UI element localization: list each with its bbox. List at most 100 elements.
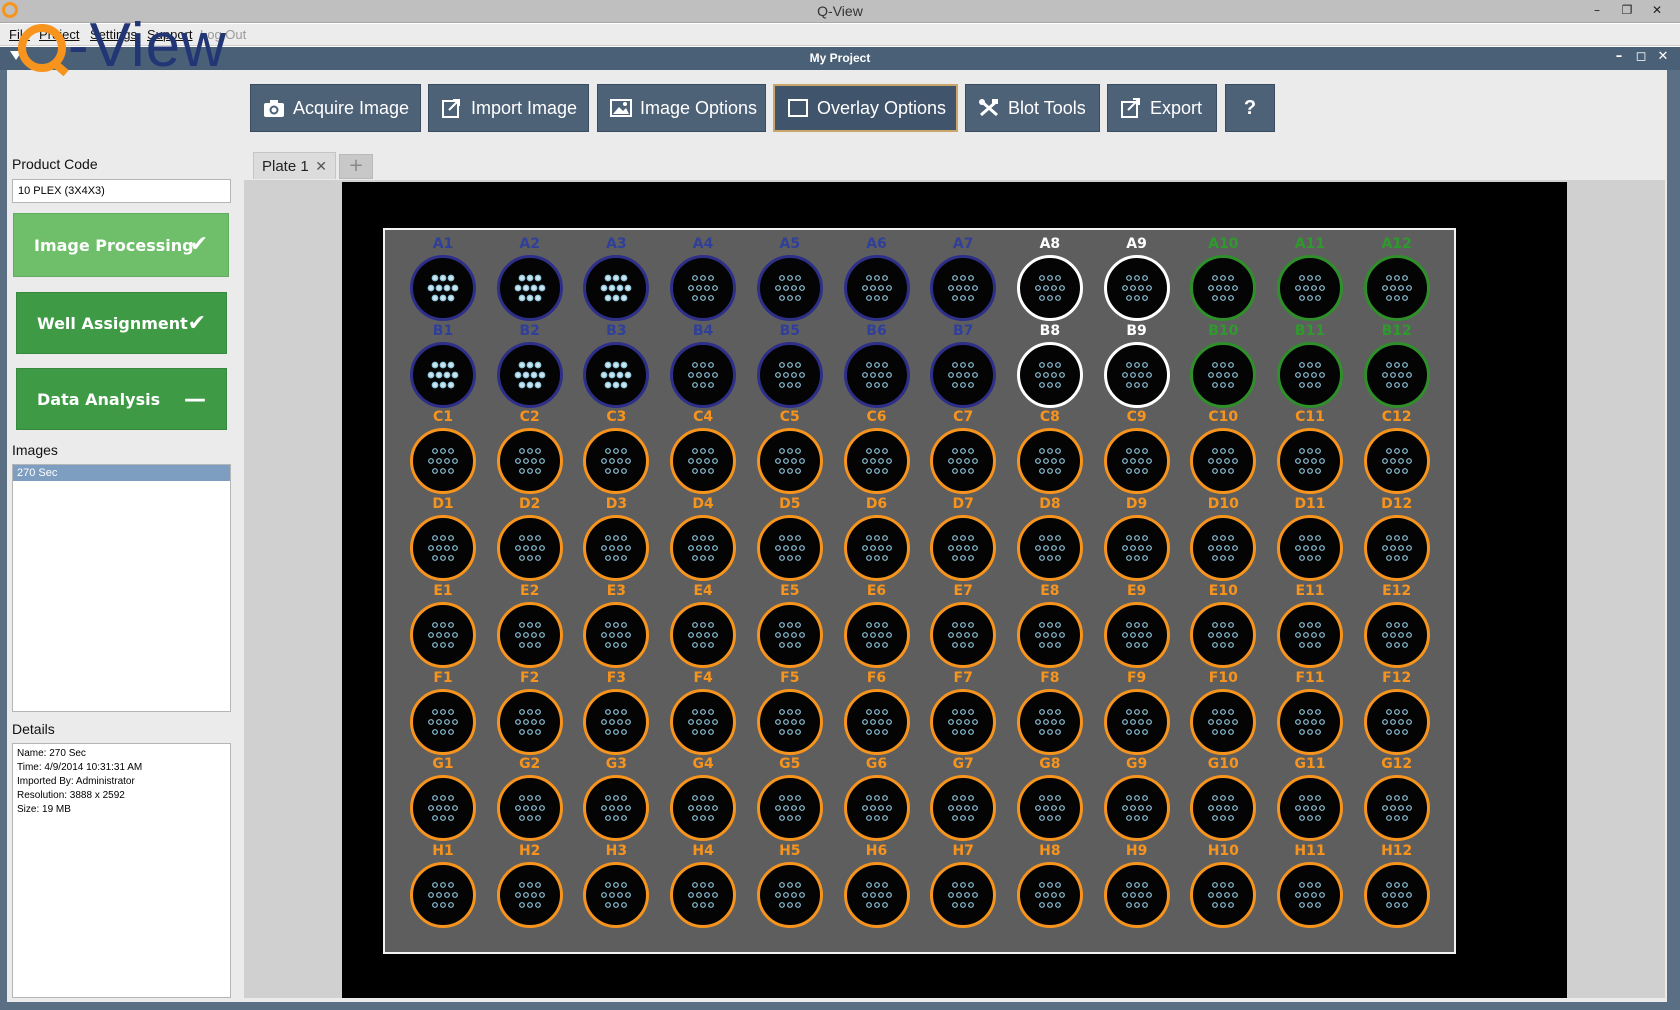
help-button[interactable]: ? — [1225, 84, 1275, 132]
well-h11[interactable] — [1277, 861, 1343, 928]
export-button[interactable]: Export — [1107, 84, 1217, 132]
well-d9[interactable] — [1103, 515, 1170, 582]
well-g8[interactable] — [1016, 775, 1083, 842]
well-f6[interactable] — [843, 688, 910, 755]
well-d2[interactable] — [496, 515, 563, 582]
well-d12[interactable] — [1363, 515, 1430, 582]
well-g5[interactable] — [756, 775, 823, 842]
well-h6[interactable] — [843, 861, 910, 928]
well-a4[interactable] — [670, 255, 737, 321]
well-h9[interactable] — [1103, 861, 1170, 928]
well-e9[interactable] — [1103, 601, 1170, 668]
images-list[interactable]: 270 Sec — [12, 464, 231, 712]
well-e1[interactable] — [410, 601, 476, 668]
well-b12[interactable] — [1363, 341, 1430, 408]
well-h2[interactable] — [496, 861, 563, 928]
well-e11[interactable] — [1277, 601, 1343, 668]
well-g6[interactable] — [843, 775, 910, 842]
well-g3[interactable] — [583, 775, 650, 842]
well-a6[interactable] — [843, 255, 910, 321]
well-h8[interactable] — [1016, 861, 1083, 928]
well-e8[interactable] — [1016, 601, 1083, 668]
well-h5[interactable] — [756, 861, 823, 928]
well-c2[interactable] — [496, 428, 563, 495]
well-c6[interactable] — [843, 428, 910, 495]
close-tab-icon[interactable]: ✕ — [315, 158, 327, 175]
well-a2[interactable] — [496, 255, 563, 321]
well-c8[interactable] — [1016, 428, 1083, 495]
overlay-options-button[interactable]: Overlay Options — [773, 84, 958, 132]
product-code-field[interactable]: 10 PLEX (3X4X3) — [12, 179, 231, 203]
well-b6[interactable] — [843, 341, 910, 408]
step-data-analysis[interactable]: Data Analysis — — [16, 368, 227, 430]
well-c7[interactable] — [930, 428, 997, 495]
well-g11[interactable] — [1277, 775, 1343, 842]
well-c10[interactable] — [1190, 428, 1257, 495]
step-image-processing[interactable]: Image Processing ✔ — [13, 213, 229, 277]
well-d3[interactable] — [583, 515, 650, 582]
import-image-button[interactable]: Import Image — [428, 84, 589, 132]
well-e10[interactable] — [1190, 601, 1257, 668]
well-h1[interactable] — [410, 861, 476, 928]
well-a7[interactable] — [930, 255, 997, 321]
well-h12[interactable] — [1363, 861, 1430, 928]
well-g9[interactable] — [1103, 775, 1170, 842]
well-d4[interactable] — [670, 515, 737, 582]
well-b7[interactable] — [930, 341, 997, 408]
well-f7[interactable] — [930, 688, 997, 755]
well-f3[interactable] — [583, 688, 650, 755]
well-h3[interactable] — [583, 861, 650, 928]
well-h10[interactable] — [1190, 861, 1257, 928]
well-c9[interactable] — [1103, 428, 1170, 495]
well-f5[interactable] — [756, 688, 823, 755]
well-d5[interactable] — [756, 515, 823, 582]
well-g1[interactable] — [410, 775, 476, 842]
well-d10[interactable] — [1190, 515, 1257, 582]
well-e5[interactable] — [756, 601, 823, 668]
well-g2[interactable] — [496, 775, 563, 842]
well-e12[interactable] — [1363, 601, 1430, 668]
well-c12[interactable] — [1363, 428, 1430, 495]
well-a9[interactable] — [1103, 255, 1170, 321]
tab-plate-1[interactable]: Plate 1 ✕ — [253, 152, 336, 179]
well-h4[interactable] — [670, 861, 737, 928]
well-d1[interactable] — [410, 515, 476, 582]
well-a5[interactable] — [756, 255, 823, 321]
well-a1[interactable] — [410, 255, 476, 321]
well-f10[interactable] — [1190, 688, 1257, 755]
image-options-button[interactable]: Image Options — [597, 84, 766, 132]
acquire-image-button[interactable]: Acquire Image — [250, 84, 421, 132]
well-f4[interactable] — [670, 688, 737, 755]
well-g12[interactable] — [1363, 775, 1430, 842]
well-b5[interactable] — [756, 341, 823, 408]
well-a12[interactable] — [1363, 255, 1430, 321]
list-item[interactable]: 270 Sec — [13, 465, 230, 481]
well-f8[interactable] — [1016, 688, 1083, 755]
well-b3[interactable] — [583, 341, 650, 408]
restore-button[interactable]: ❐ — [1612, 0, 1642, 22]
well-g10[interactable] — [1190, 775, 1257, 842]
well-d11[interactable] — [1277, 515, 1343, 582]
well-d8[interactable] — [1016, 515, 1083, 582]
well-f2[interactable] — [496, 688, 563, 755]
well-a8[interactable] — [1016, 255, 1083, 321]
well-f12[interactable] — [1363, 688, 1430, 755]
well-e2[interactable] — [496, 601, 563, 668]
well-c11[interactable] — [1277, 428, 1343, 495]
well-a3[interactable] — [583, 255, 650, 321]
step-well-assignment[interactable]: Well Assignment ✔ — [16, 292, 227, 354]
well-f11[interactable] — [1277, 688, 1343, 755]
well-e6[interactable] — [843, 601, 910, 668]
doc-minimize-button[interactable]: – — [1612, 49, 1626, 64]
well-g7[interactable] — [930, 775, 997, 842]
well-b9[interactable] — [1103, 341, 1170, 408]
well-b2[interactable] — [496, 341, 563, 408]
add-tab-button[interactable]: + — [339, 154, 373, 179]
well-c1[interactable] — [410, 428, 476, 495]
doc-maximize-button[interactable]: ◻ — [1634, 49, 1648, 64]
well-c5[interactable] — [756, 428, 823, 495]
well-h7[interactable] — [930, 861, 997, 928]
well-b4[interactable] — [670, 341, 737, 408]
blot-tools-button[interactable]: Blot Tools — [965, 84, 1100, 132]
minimize-button[interactable]: – — [1582, 0, 1612, 22]
